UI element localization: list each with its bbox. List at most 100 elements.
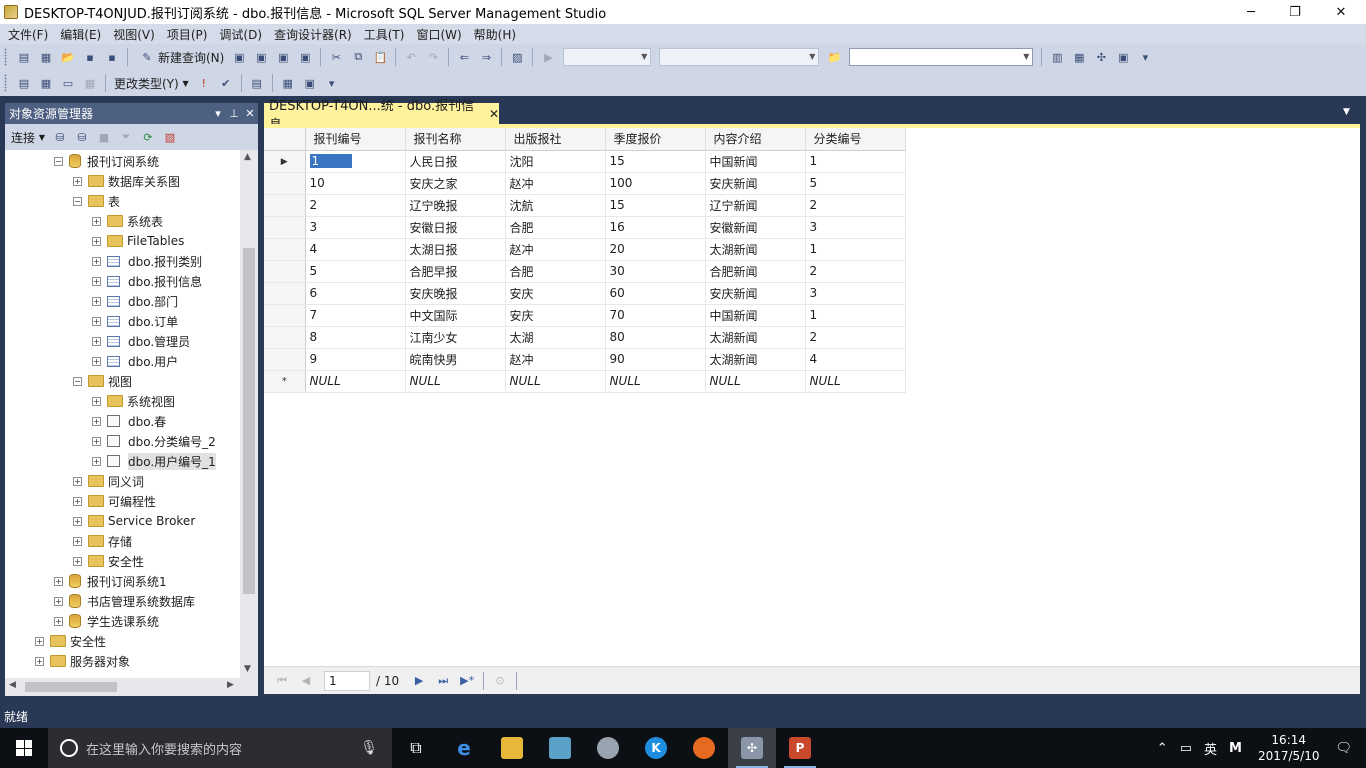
taskbar-app-2[interactable] [584, 728, 632, 768]
action-center-icon[interactable]: 🗨 [1335, 741, 1352, 756]
grid-cell[interactable]: 赵冲 [505, 172, 606, 195]
menu-edit[interactable]: 编辑(E) [54, 26, 107, 43]
grid-cell[interactable]: 合肥 [505, 260, 606, 283]
expand-icon[interactable]: + [92, 416, 101, 426]
expand-icon[interactable]: + [92, 216, 101, 226]
grid-cell[interactable]: 1 [805, 238, 906, 261]
grid-cell[interactable]: 3 [805, 216, 906, 239]
collapse-icon[interactable]: − [54, 156, 63, 166]
tree-node[interactable]: + dbo.报刊信息 [92, 271, 202, 291]
tree-node[interactable]: + 安全性 [73, 551, 144, 571]
tab-list-dropdown-icon[interactable]: ▼ [1343, 107, 1350, 117]
show-results-pane-icon[interactable]: ▦ [82, 75, 98, 91]
expand-icon[interactable]: + [92, 316, 101, 326]
table-row[interactable]: 2 辽宁晚报 沈航 15 辽宁新闻 2 [264, 194, 906, 217]
grid-cell[interactable]: 太湖新闻 [705, 326, 806, 349]
add-item-icon[interactable]: ▦ [38, 49, 54, 65]
grid-cell[interactable]: 2 [805, 194, 906, 217]
grid-cell-null[interactable]: NULL [505, 370, 606, 393]
row-selector[interactable] [264, 238, 306, 261]
grid-cell[interactable]: 15 [605, 150, 706, 173]
table-row[interactable]: 10 安庆之家 赵冲 100 安庆新闻 5 [264, 172, 906, 195]
cut-icon[interactable]: ✂ [328, 49, 344, 65]
grid-cell[interactable]: 5 [805, 172, 906, 195]
next-record-icon[interactable]: ▶ [411, 674, 427, 687]
new-row[interactable]: * NULL NULL NULL NULL NULL NULL [264, 370, 906, 393]
mdx-query-icon[interactable]: ▣ [275, 49, 291, 65]
xmla-query-icon[interactable]: ▣ [297, 49, 313, 65]
grid-cell[interactable]: 安徽新闻 [705, 216, 806, 239]
tree-node[interactable]: + dbo.报刊类别 [92, 251, 202, 271]
expand-icon[interactable]: + [92, 356, 101, 366]
grid-cell[interactable]: 7 [305, 304, 406, 327]
find-in-files-icon[interactable]: 📁 [826, 49, 842, 65]
tree-node[interactable]: + Service Broker [73, 511, 195, 531]
tree-node[interactable]: + 同义词 [73, 471, 144, 491]
row-selector[interactable] [264, 304, 306, 327]
disconnect-icon[interactable]: ⛁ [74, 129, 90, 145]
grid-cell[interactable]: 70 [605, 304, 706, 327]
grid-cell[interactable]: 3 [805, 282, 906, 305]
close-window-button[interactable]: ✕ [1318, 0, 1364, 24]
start-button[interactable] [0, 728, 48, 768]
tree-node[interactable]: + 安全性 [35, 631, 106, 651]
stop-query-icon[interactable]: ⊙ [492, 674, 508, 687]
grid-cell[interactable]: 中国新闻 [705, 150, 806, 173]
grid-cell[interactable]: 辽宁晚报 [405, 194, 506, 217]
show-hidden-icons-icon[interactable]: ⌃ [1157, 741, 1168, 756]
menu-debug[interactable]: 调试(D) [213, 26, 268, 43]
show-sql-pane-icon[interactable]: ▭ [60, 75, 76, 91]
window-position-icon[interactable]: ▾ [210, 107, 226, 120]
pin-icon[interactable]: ⊥ [226, 107, 242, 120]
solution-platforms-dropdown[interactable]: ▼ [659, 48, 820, 66]
expand-icon[interactable]: + [35, 636, 44, 646]
grid-cell[interactable]: 4 [305, 238, 406, 261]
connect-button[interactable]: 连接 ▼ [11, 129, 45, 146]
tree-node[interactable]: + dbo.用户 [92, 351, 178, 371]
first-record-icon[interactable]: ⏮ [274, 674, 290, 688]
tree-node[interactable]: − 报刊订阅系统 [54, 151, 159, 171]
menu-project[interactable]: 项目(P) [161, 26, 214, 43]
navigate-forward-icon[interactable]: ⇒ [478, 49, 494, 65]
refresh-icon[interactable]: ⟳ [140, 129, 156, 145]
expand-icon[interactable]: + [92, 236, 101, 246]
column-header[interactable]: 分类编号 [805, 128, 906, 151]
column-header[interactable]: 季度报价 [605, 128, 706, 151]
expand-icon[interactable]: + [92, 276, 101, 286]
menu-tools[interactable]: 工具(T) [358, 26, 411, 43]
grid-cell-null[interactable]: NULL [805, 370, 906, 393]
row-selector[interactable] [264, 172, 306, 195]
tree-node[interactable]: + dbo.春 [92, 411, 166, 431]
ime-language[interactable]: 英 [1204, 739, 1217, 758]
grid-cell[interactable]: 合肥 [505, 216, 606, 239]
redo-icon[interactable]: ↷ [425, 49, 441, 65]
taskbar-file-explorer[interactable] [488, 728, 536, 768]
tree-node[interactable]: + 系统视图 [92, 391, 175, 411]
table-row[interactable]: 7 中文国际 安庆 70 中国新闻 1 [264, 304, 906, 327]
tree-node[interactable]: + dbo.订单 [92, 311, 178, 331]
grid-cell[interactable]: 江南少女 [405, 326, 506, 349]
grid-cell[interactable]: 安徽日报 [405, 216, 506, 239]
taskbar-edge[interactable]: e [440, 728, 488, 768]
selected-cell-value[interactable]: 1 [309, 154, 352, 168]
grid-cell[interactable]: 9 [305, 348, 406, 371]
grid-cell[interactable]: 16 [605, 216, 706, 239]
table-row[interactable]: 4 太湖日报 赵冲 20 太湖新闻 1 [264, 238, 906, 261]
tab-table-designer[interactable]: DESKTOP-T4ON...统 - dbo.报刊信息 ✕ [264, 99, 499, 133]
tree-node[interactable]: − 表 [73, 191, 120, 211]
add-table-icon[interactable]: ▦ [280, 75, 296, 91]
tree-node[interactable]: + FileTables [92, 231, 184, 251]
tree-node[interactable]: + dbo.管理员 [92, 331, 190, 351]
connect-object-explorer-icon[interactable]: ⛁ [52, 129, 68, 145]
expand-icon[interactable]: + [54, 576, 63, 586]
save-icon[interactable]: ▪ [82, 49, 98, 65]
grid-cell[interactable]: 安庆 [505, 304, 606, 327]
menu-query-designer[interactable]: 查询设计器(R) [268, 26, 358, 43]
expand-icon[interactable]: + [73, 516, 82, 526]
microphone-icon[interactable]: 🎙 [360, 740, 378, 756]
taskbar-firefox[interactable] [680, 728, 728, 768]
table-row[interactable]: 6 安庆晚报 安庆 60 安庆新闻 3 [264, 282, 906, 305]
grid-cell[interactable]: 合肥新闻 [705, 260, 806, 283]
expand-icon[interactable]: + [92, 296, 101, 306]
navigate-backward-icon[interactable]: ⇐ [456, 49, 472, 65]
